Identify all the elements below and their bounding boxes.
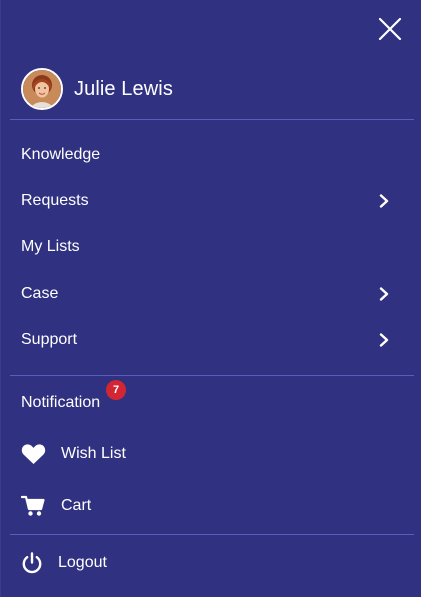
menu-item-notification[interactable]: Notification 7 [21,380,401,418]
menu-item-label: Cart [61,497,92,514]
menu-item-cart[interactable]: Cart [21,491,401,521]
menu-item-support[interactable]: Support [21,325,401,355]
chevron-right-icon[interactable] [377,333,391,347]
user-name: Julie Lewis [74,77,173,100]
menu-item-wish-list[interactable]: Wish List [21,439,401,469]
menu-item-label: My Lists [21,238,80,255]
divider [10,534,414,535]
divider [10,375,414,376]
menu-item-label: Wish List [61,445,126,462]
menu-item-label: Knowledge [21,146,101,163]
close-icon[interactable] [377,16,403,42]
menu-item-label: Case [21,285,59,302]
divider [10,119,414,120]
menu-item-my-lists[interactable]: My Lists [21,232,401,262]
cart-icon [21,494,47,518]
notification-count-badge: 7 [106,380,126,400]
menu-item-label: Logout [58,554,107,571]
power-icon [21,551,47,575]
heart-icon [21,442,47,466]
menu-item-label: Requests [21,192,89,209]
menu-item-requests[interactable]: Requests [21,186,401,216]
navigation-drawer: Julie Lewis Knowledge Requests My Lists … [0,0,421,597]
menu-item-label: Support [21,331,78,348]
menu-item-label: Notification [21,394,101,411]
menu-item-logout[interactable]: Logout [21,548,401,578]
user-profile[interactable]: Julie Lewis [21,68,173,110]
menu-item-case[interactable]: Case [21,279,401,309]
chevron-right-icon[interactable] [377,194,391,208]
chevron-right-icon[interactable] [377,287,391,301]
menu-item-knowledge[interactable]: Knowledge [21,140,401,170]
avatar[interactable] [21,68,63,110]
